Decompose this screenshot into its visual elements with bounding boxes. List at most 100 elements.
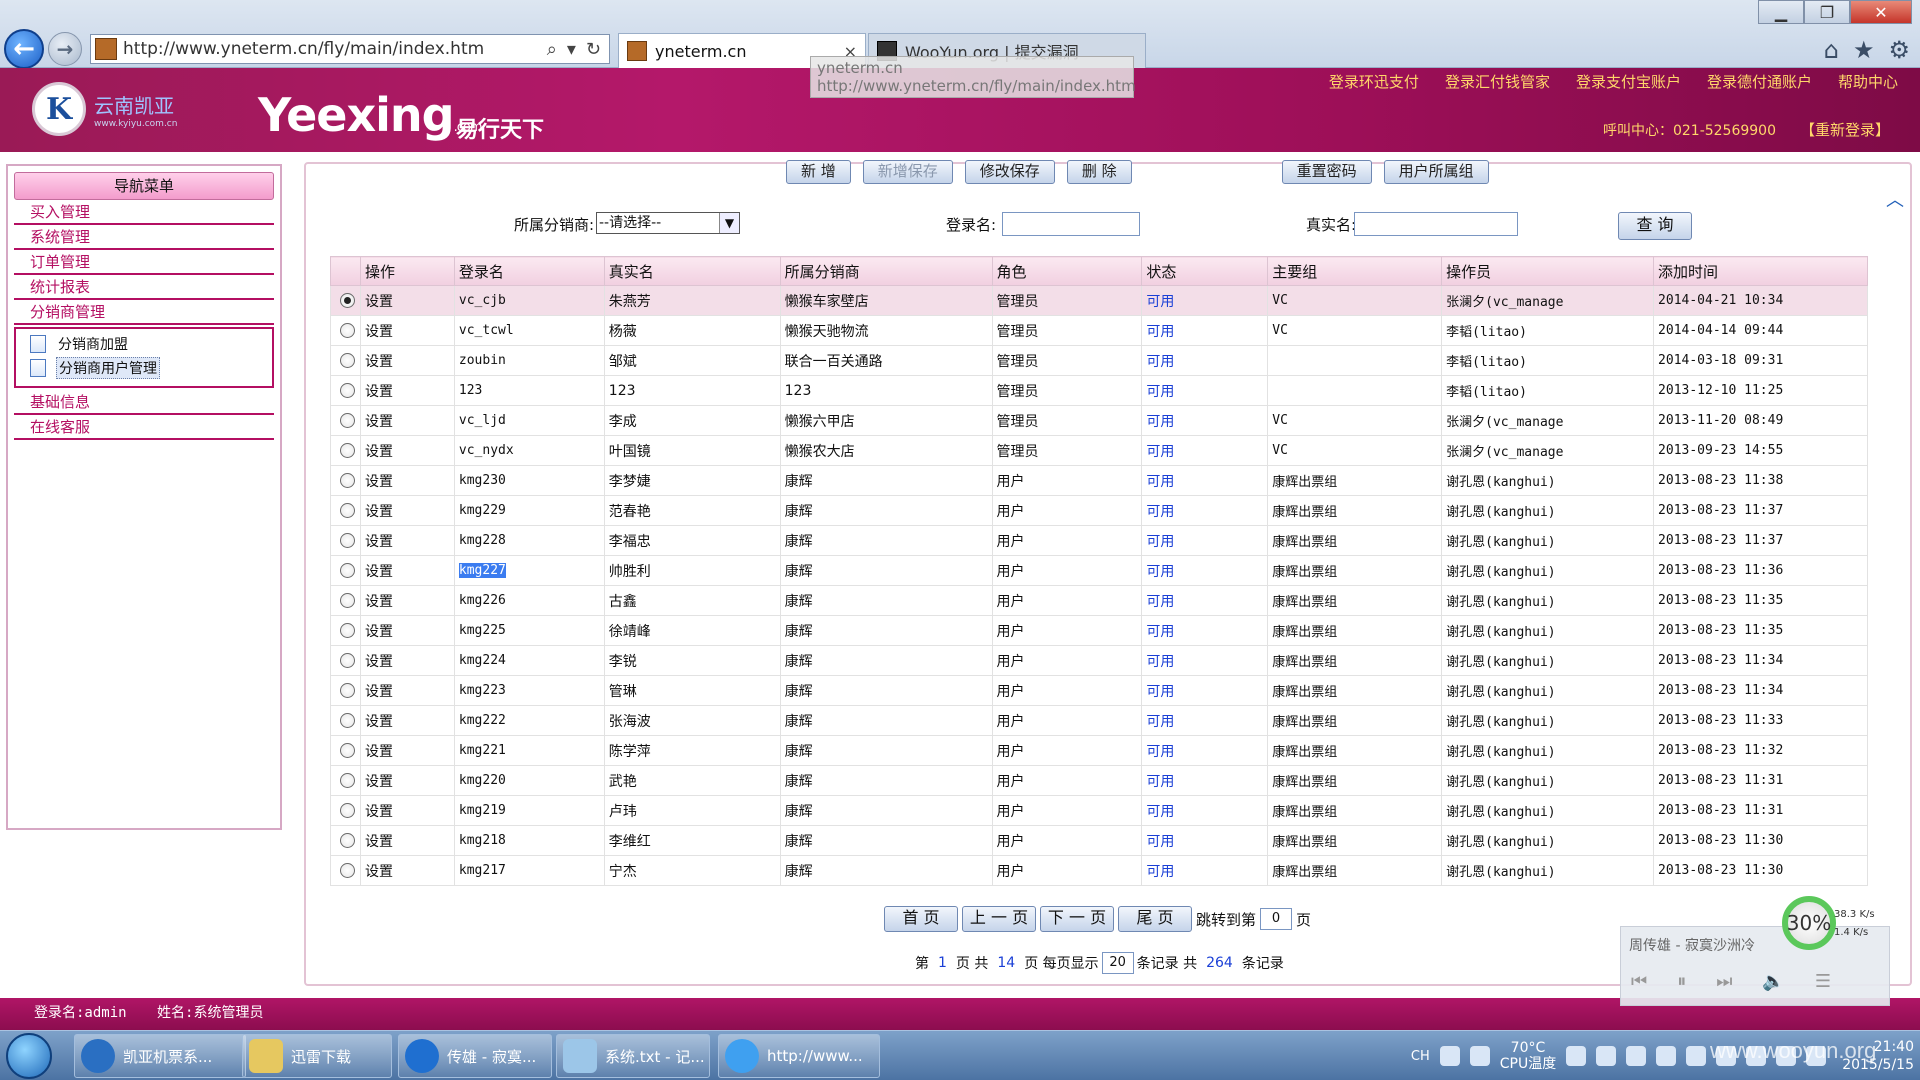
cell-status[interactable]: 可用 (1141, 585, 1269, 616)
cell-action[interactable]: 设置 (359, 585, 455, 616)
link-ips-pay[interactable]: 登录环迅支付 (1329, 71, 1419, 92)
address-text[interactable]: http://www.yneterm.cn/fly/main/index.htm (123, 39, 484, 59)
row-radio[interactable] (339, 563, 355, 578)
cell-action[interactable]: 设置 (359, 375, 455, 406)
maximize-button[interactable]: ❐ (1804, 0, 1850, 24)
minimize-button[interactable]: ▁ (1758, 0, 1804, 24)
gear-icon[interactable]: ⚙ (1888, 36, 1910, 64)
table-row[interactable]: 设置 vc_ljd 李成 懒猴六甲店 管理员 可用 VC 张澜夕(vc_manage 2013-… (330, 405, 1868, 436)
column-header[interactable]: 操作员 (1441, 256, 1655, 286)
cell-action[interactable]: 设置 (359, 825, 455, 856)
cell-status[interactable]: 可用 (1141, 465, 1269, 496)
cell-status[interactable]: 可用 (1141, 855, 1269, 886)
refresh-icon[interactable]: ↻ (586, 39, 601, 60)
cell-status[interactable]: 可用 (1141, 825, 1269, 856)
cell-action[interactable]: 设置 (359, 705, 455, 736)
first-page-button[interactable]: 首 页 (884, 906, 958, 932)
app-tray-icon[interactable] (1626, 1046, 1647, 1066)
cell-status[interactable]: 可用 (1141, 435, 1269, 466)
task-thunder[interactable]: 迅雷下载 (242, 1034, 392, 1078)
next-page-button[interactable]: 下 一 页 (1040, 906, 1114, 932)
row-radio[interactable] (339, 803, 355, 818)
per-page-input[interactable]: 20 (1101, 952, 1134, 974)
row-radio[interactable] (339, 773, 355, 788)
cell-status[interactable]: 可用 (1141, 315, 1269, 346)
table-row[interactable]: 设置 kmg224 李锐 康辉 用户 可用 康辉出票组 谢孔恩(kanghui) 2013-08… (330, 645, 1868, 676)
task-kaiya[interactable]: 凯亚机票系... (74, 1034, 246, 1078)
cell-status[interactable]: 可用 (1141, 495, 1269, 526)
cell-status[interactable]: 可用 (1141, 405, 1269, 436)
cell-action[interactable]: 设置 (359, 495, 455, 526)
wifi-icon[interactable] (1469, 1046, 1490, 1066)
cell-status[interactable]: 可用 (1141, 645, 1269, 676)
link-chinapnr[interactable]: 登录汇付钱管家 (1445, 71, 1550, 92)
cell-status[interactable]: 可用 (1141, 675, 1269, 706)
cell-action[interactable]: 设置 (359, 285, 455, 316)
next-track-icon[interactable]: ⏭ (1716, 971, 1732, 992)
jump-page-input[interactable]: 0 (1260, 908, 1293, 930)
table-row[interactable]: 设置 kmg223 管琳 康辉 用户 可用 康辉出票组 谢孔恩(kanghui) 2013-08… (330, 675, 1868, 706)
menu-icon[interactable]: ☰ (1815, 971, 1831, 992)
cell-status[interactable]: 可用 (1141, 735, 1269, 766)
cell-status[interactable]: 可用 (1141, 345, 1269, 376)
prev-track-icon[interactable]: ⏮ (1631, 971, 1647, 992)
cell-status[interactable]: 可用 (1141, 555, 1269, 586)
sidebar-item-basic-info[interactable]: 基础信息 (14, 390, 274, 415)
row-radio[interactable] (339, 743, 355, 758)
home-icon[interactable]: ⌂ (1824, 36, 1839, 64)
row-radio[interactable] (339, 293, 355, 308)
table-row[interactable]: 设置 kmg227 帅胜利 康辉 用户 可用 康辉出票组 谢孔恩(kanghui) 2013-0… (330, 555, 1868, 586)
cell-action[interactable]: 设置 (359, 855, 455, 886)
back-button[interactable]: ← (4, 29, 44, 69)
row-radio[interactable] (339, 503, 355, 518)
table-row[interactable]: 设置 kmg230 李梦婕 康辉 用户 可用 康辉出票组 谢孔恩(kanghui) 2013-0… (330, 465, 1868, 496)
cell-action[interactable]: 设置 (359, 555, 455, 586)
table-row[interactable]: 设置 kmg225 徐靖峰 康辉 用户 可用 康辉出票组 谢孔恩(kanghui) 2013-0… (330, 615, 1868, 646)
sidebar-subitem-users[interactable]: 分销商用户管理 (30, 356, 272, 380)
add-button[interactable]: 新 增 (786, 160, 851, 184)
pause-icon[interactable]: ⏸ (1677, 971, 1686, 992)
sidebar-item-purchase[interactable]: 买入管理 (14, 200, 274, 225)
row-radio[interactable] (339, 833, 355, 848)
row-radio[interactable] (339, 383, 355, 398)
row-radio[interactable] (339, 323, 355, 338)
table-row[interactable]: 设置 vc_cjb 朱燕芳 懒猴车家壁店 管理员 可用 VC 张澜夕(vc_manage 201… (330, 285, 1868, 316)
column-header[interactable]: 状态 (1141, 256, 1269, 286)
app-tray-icon[interactable] (1596, 1046, 1617, 1066)
row-radio[interactable] (339, 593, 355, 608)
table-row[interactable]: 设置 kmg229 范春艳 康辉 用户 可用 康辉出票组 谢孔恩(kanghui) 2013-0… (330, 495, 1868, 526)
cell-status[interactable]: 可用 (1141, 525, 1269, 556)
row-radio[interactable] (339, 623, 355, 638)
table-row[interactable]: 设置 kmg228 李福忠 康辉 用户 可用 康辉出票组 谢孔恩(kanghui) 2013-0… (330, 525, 1868, 556)
table-row[interactable]: 设置 kmg220 武艳 康辉 用户 可用 康辉出票组 谢孔恩(kanghui) 2013-08… (330, 765, 1868, 796)
row-radio[interactable] (339, 713, 355, 728)
volume-icon[interactable]: 🔈 (1762, 971, 1784, 992)
row-radio[interactable] (339, 473, 355, 488)
save-new-button[interactable]: 新增保存 (862, 160, 953, 184)
delete-button[interactable]: 删 除 (1066, 160, 1132, 184)
flag-icon[interactable] (1686, 1046, 1707, 1066)
row-radio[interactable] (339, 443, 355, 458)
table-row[interactable]: 设置 kmg226 古鑫 康辉 用户 可用 康辉出票组 谢孔恩(kanghui) 2013-08… (330, 585, 1868, 616)
app-tray-icon[interactable] (1656, 1046, 1677, 1066)
cell-status[interactable]: 可用 (1141, 615, 1269, 646)
sidebar-item-orders[interactable]: 订单管理 (14, 250, 274, 275)
search-button[interactable]: 查 询 (1618, 212, 1692, 240)
row-radio[interactable] (339, 863, 355, 878)
column-header[interactable]: 添加时间 (1653, 256, 1868, 286)
cell-action[interactable]: 设置 (359, 345, 455, 376)
cell-action[interactable]: 设置 (359, 675, 455, 706)
row-radio[interactable] (339, 653, 355, 668)
relogin-link[interactable]: 【重新登录】 (1800, 119, 1890, 140)
prev-page-button[interactable]: 上 一 页 (962, 906, 1036, 932)
sidebar-item-online-service[interactable]: 在线客服 (14, 415, 274, 440)
cell-status[interactable]: 可用 (1141, 795, 1269, 826)
table-row[interactable]: 设置 kmg219 卢玮 康辉 用户 可用 康辉出票组 谢孔恩(kanghui) 2013-08… (330, 795, 1868, 826)
address-bar[interactable]: http://www.yneterm.cn/fly/main/index.htm… (90, 34, 610, 64)
table-row[interactable]: 设置 vc_tcwl 杨薇 懒猴天驰物流 管理员 可用 VC 李韬(litao) 2014-04… (330, 315, 1868, 346)
save-edit-button[interactable]: 修改保存 (964, 160, 1055, 184)
language-indicator[interactable]: CH (1411, 1049, 1430, 1064)
table-row[interactable]: 设置 vc_nydx 叶国镜 懒猴农大店 管理员 可用 VC 张澜夕(vc_manage 201… (330, 435, 1868, 466)
sidebar-item-system[interactable]: 系统管理 (14, 225, 274, 250)
app-tray-icon[interactable] (1566, 1046, 1587, 1066)
